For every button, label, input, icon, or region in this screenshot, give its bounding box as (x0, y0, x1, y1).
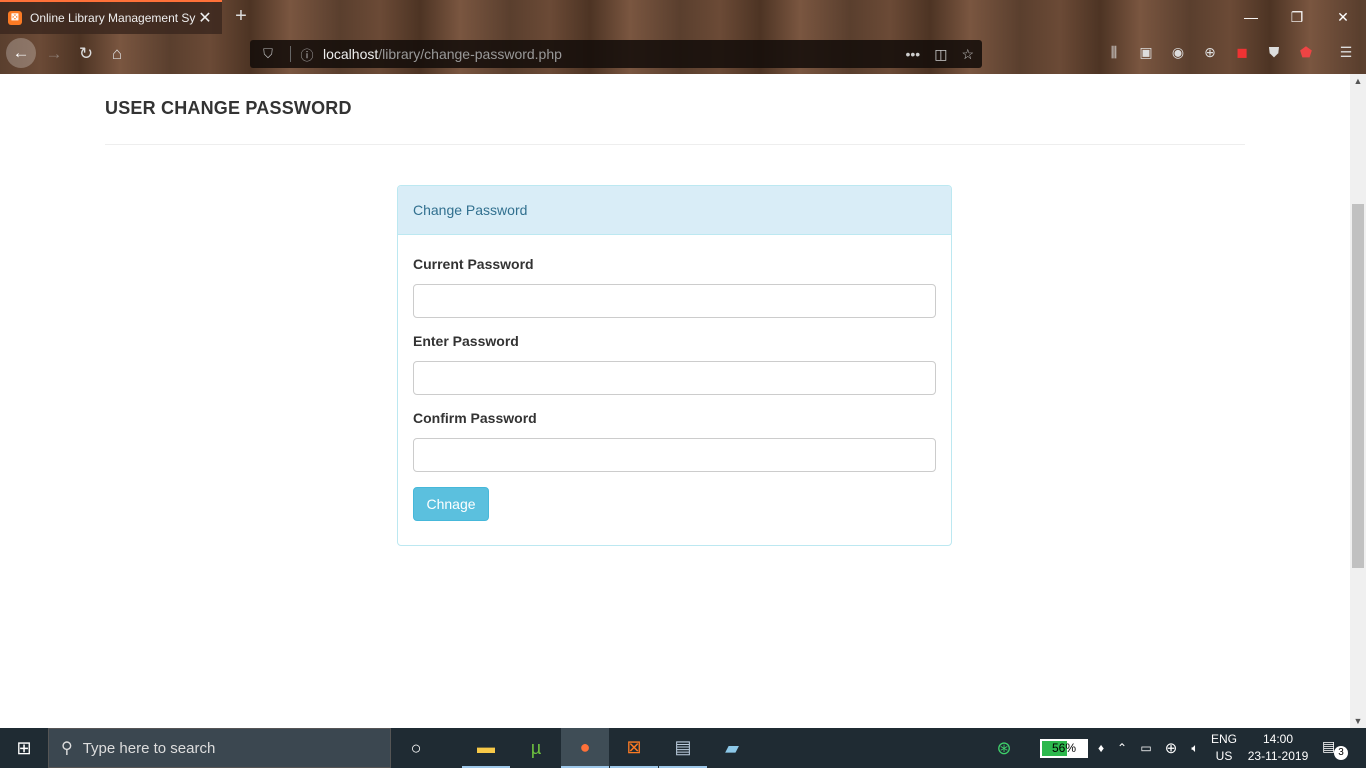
minimize-icon[interactable]: — (1228, 0, 1274, 34)
account-icon[interactable]: ◉ (1167, 44, 1189, 66)
restore-icon[interactable]: ❐ (1274, 0, 1320, 34)
notepad-app-icon[interactable]: ▰ (708, 728, 756, 768)
battery-indicator[interactable]: 56% (1040, 739, 1088, 758)
extension-lock-icon[interactable]: ⬟ (1295, 44, 1317, 66)
health-monitor-icon[interactable]: ⊛ (986, 728, 1022, 768)
battery-status-icon[interactable]: ▭ (1136, 728, 1156, 768)
change-password-panel: Change Password Current Password Enter P… (397, 185, 952, 546)
sidebar-icon[interactable]: ▣ (1135, 44, 1157, 66)
xampp-favicon-icon: ⊠ (8, 11, 22, 25)
current-password-label: Current Password (413, 256, 534, 272)
browser-tab[interactable]: ⊠ Online Library Management Sy ✕ (0, 0, 222, 34)
language-line-2: US (1215, 749, 1233, 763)
file-explorer-icon[interactable]: ▬ (462, 728, 510, 768)
page-actions-icon[interactable]: ••• (905, 46, 920, 62)
power-icon[interactable]: ♦ (1094, 728, 1108, 768)
clock-time: 14:00 (1262, 732, 1294, 746)
new-password-label: Enter Password (413, 333, 519, 349)
forward-icon[interactable]: → (40, 40, 68, 68)
tab-close-icon[interactable]: ✕ (196, 8, 214, 28)
panel-heading: Change Password (398, 186, 951, 235)
action-center-icon[interactable]: ▤ 3 (1322, 738, 1348, 760)
url-text[interactable]: localhost/library/change-password.php (323, 46, 891, 62)
language-line-1: ENG (1210, 732, 1237, 746)
scroll-down-icon[interactable]: ▼ (1350, 714, 1366, 728)
home-icon[interactable]: ⌂ (103, 40, 131, 68)
windows-start-icon[interactable]: ⊞ (0, 728, 48, 768)
page-content: USER CHANGE PASSWORD Change Password Cur… (0, 74, 1350, 728)
nav-bar: ← → ↻ ⌂ ⛉ ⓘ localhost/library/change-pas… (0, 34, 1366, 74)
library-icon[interactable]: ⫼ (1103, 44, 1125, 66)
scroll-up-icon[interactable]: ▲ (1350, 74, 1366, 88)
search-icon: ⚲ (61, 740, 73, 757)
notification-badge: 3 (1334, 746, 1348, 760)
confirm-password-label: Confirm Password (413, 410, 537, 426)
change-password-button[interactable]: Chnage (413, 487, 489, 521)
app-window-icon[interactable]: ▤ (659, 728, 707, 768)
confirm-password-input[interactable] (413, 438, 936, 472)
vertical-scrollbar[interactable]: ▲ ▼ (1350, 74, 1366, 728)
xampp-icon[interactable]: ⊠ (610, 728, 658, 768)
tab-bar: ⊠ Online Library Management Sy ✕ + — ❐ ✕ (0, 0, 1366, 34)
globe-icon[interactable]: ⊕ (1199, 44, 1221, 66)
reload-icon[interactable]: ↻ (72, 40, 100, 68)
cortana-icon[interactable]: ○ (392, 728, 440, 768)
show-hidden-icons-icon[interactable]: ⌃ (1114, 728, 1130, 768)
volume-icon[interactable]: 🔈︎ (1185, 728, 1205, 768)
tab-title: Online Library Management Sy (30, 11, 196, 25)
panel-body: Current Password Enter Password Confirm … (398, 235, 951, 536)
clock-date: 23-11-2019 (1247, 749, 1309, 763)
new-password-input[interactable] (413, 361, 936, 395)
extension-red-icon[interactable]: ◼ (1231, 44, 1253, 66)
current-password-input[interactable] (413, 284, 936, 318)
info-icon[interactable]: ⓘ (297, 45, 317, 64)
new-password-group: Enter Password (413, 333, 936, 395)
back-icon[interactable]: ← (6, 38, 36, 68)
current-password-group: Current Password (413, 256, 936, 318)
pocket-icon[interactable]: ◫ (934, 46, 947, 63)
utorrent-icon[interactable]: µ (512, 728, 560, 768)
battery-percent: 56% (1051, 741, 1077, 755)
taskbar-search-box[interactable]: ⚲ Type here to search (48, 728, 391, 768)
browser-chrome: ⊠ Online Library Management Sy ✕ + — ❐ ✕… (0, 0, 1366, 74)
scrollbar-thumb[interactable] (1352, 204, 1364, 568)
search-placeholder: Type here to search (82, 739, 216, 757)
page-title: USER CHANGE PASSWORD (105, 98, 352, 118)
address-bar[interactable]: ⛉ ⓘ localhost/library/change-password.ph… (250, 40, 982, 68)
confirm-password-group: Confirm Password (413, 410, 936, 472)
extension-shield-icon[interactable]: ⛊ (1263, 44, 1285, 66)
windows-taskbar: ⊞ ⚲ Type here to search ○ ▬ µ ● ⊠ ▤ ▰ ⊛ … (0, 728, 1366, 768)
window-close-icon[interactable]: ✕ (1320, 0, 1366, 34)
bookmark-star-icon[interactable]: ☆ (961, 46, 974, 63)
new-tab-icon[interactable]: + (230, 4, 252, 28)
network-globe-icon[interactable]: ⊕ (1160, 728, 1182, 768)
system-clock[interactable]: 14:00 23-11-2019 (1240, 731, 1316, 765)
divider (105, 144, 1245, 145)
firefox-icon[interactable]: ● (561, 728, 609, 768)
language-indicator[interactable]: ENG US (1208, 731, 1240, 765)
menu-icon[interactable]: ☰ (1335, 44, 1357, 66)
divider (290, 46, 291, 62)
shield-icon[interactable]: ⛉ (258, 46, 278, 62)
